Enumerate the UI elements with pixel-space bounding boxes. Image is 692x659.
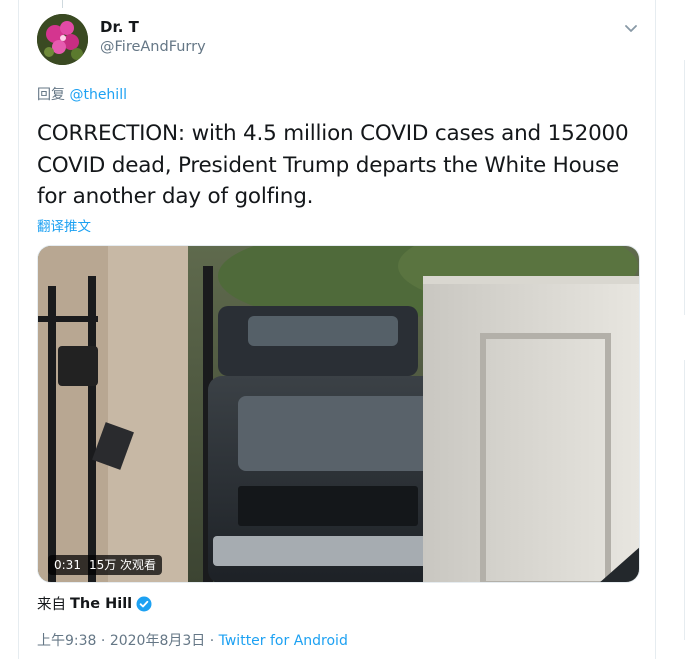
media-source: 来自 The Hill bbox=[37, 593, 152, 614]
video-player[interactable]: 0:31 15万 次观看 bbox=[37, 245, 640, 583]
reply-prefix: 回复 bbox=[37, 87, 65, 103]
meta-separator: · bbox=[209, 633, 215, 649]
tweet-client-link[interactable]: Twitter for Android bbox=[219, 633, 348, 649]
video-thumbnail bbox=[38, 246, 639, 582]
video-info-badge: 0:31 15万 次观看 bbox=[48, 555, 163, 575]
author-display-name[interactable]: Dr. T bbox=[100, 18, 139, 36]
tweet-timestamp-line: 上午9:38 · 2020年8月3日 · Twitter for Android bbox=[37, 630, 348, 650]
tweet-text: CORRECTION: with 4.5 million COVID cases… bbox=[37, 121, 629, 209]
tweet-card[interactable]: Dr. T @FireAndFurry 回复 @thehill CORRECTI… bbox=[18, 0, 656, 659]
source-prefix: 来自 bbox=[37, 597, 66, 613]
author-handle[interactable]: @FireAndFurry bbox=[100, 39, 206, 55]
chevron-down-icon[interactable] bbox=[623, 20, 639, 32]
meta-separator: · bbox=[100, 633, 106, 649]
video-duration: 0:31 bbox=[54, 558, 81, 572]
reply-context: 回复 @thehill bbox=[37, 84, 127, 104]
verified-badge-icon bbox=[136, 596, 152, 612]
video-view-count: 15万 次观看 bbox=[88, 558, 157, 572]
source-account-name[interactable]: The Hill bbox=[70, 596, 132, 612]
avatar[interactable] bbox=[37, 14, 88, 65]
reply-to-link[interactable]: @thehill bbox=[69, 87, 127, 103]
translate-tweet-link[interactable]: 翻译推文 bbox=[37, 215, 91, 235]
tweet-date[interactable]: 2020年8月3日 bbox=[110, 633, 205, 649]
adjacent-column-edge bbox=[684, 0, 692, 659]
tweet-time[interactable]: 上午9:38 bbox=[37, 633, 96, 649]
